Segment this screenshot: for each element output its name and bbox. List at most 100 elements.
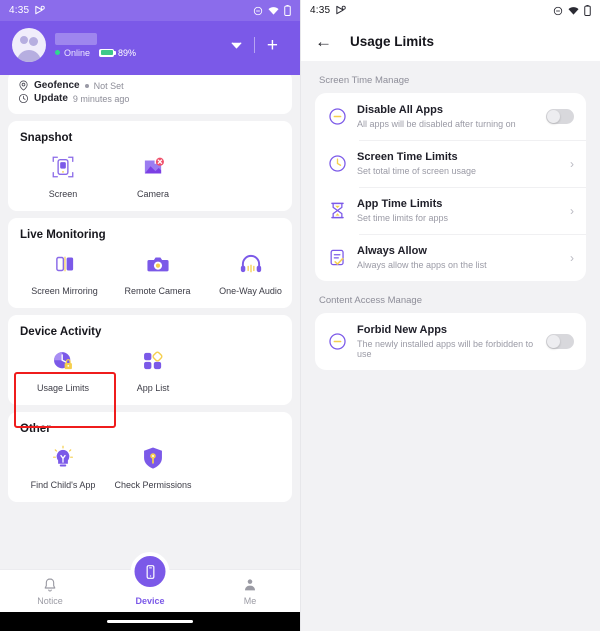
section-other: Other Find Child's App Check Permissions <box>8 412 292 502</box>
row-text: Screen Time Limits Set total time of scr… <box>357 151 560 176</box>
live-monitoring-tiles: Screen Mirroring Remote Camera One-Way A… <box>18 243 282 300</box>
row-always-allow[interactable]: Always Allow Always allow the apps on th… <box>315 234 586 281</box>
battery-indicator: 89% <box>99 48 136 58</box>
chevron-right-icon[interactable]: › <box>570 204 574 218</box>
minus-circle-icon <box>327 332 347 352</box>
row-app-time-limits[interactable]: App Time Limits Set time limits for apps… <box>315 187 586 234</box>
chevron-down-icon[interactable] <box>219 36 254 54</box>
tile-find-childs-app[interactable]: Find Child's App <box>18 443 108 490</box>
camera-snapshot-icon <box>140 152 166 182</box>
chevron-right-icon[interactable]: › <box>570 157 574 171</box>
online-dot-icon <box>55 50 60 55</box>
nav-fab-device[interactable] <box>130 552 170 591</box>
section-title: Snapshot <box>20 132 73 144</box>
hero-actions: + <box>219 36 288 55</box>
avatar[interactable] <box>12 28 46 62</box>
wifi-icon <box>568 6 579 15</box>
device-hero-meta: Online 89% <box>55 48 136 58</box>
content-access-manage-card: Forbid New Apps The newly installed apps… <box>315 313 586 370</box>
geofence-label: Geofence <box>34 80 80 91</box>
update-row[interactable]: Update 9 minutes ago <box>18 93 282 104</box>
settings-list-body[interactable]: Screen Time Manage Disable All Apps All … <box>301 61 600 631</box>
row-text: Always Allow Always allow the apps on th… <box>357 245 560 270</box>
remote-camera-icon <box>145 249 171 279</box>
section-title: Other <box>20 423 51 435</box>
lightbulb-icon <box>50 443 76 473</box>
tile-usage-limits[interactable]: Usage Limits <box>18 346 108 393</box>
tile-label: Find Child's App <box>30 480 96 490</box>
bell-icon <box>44 577 56 591</box>
section-snapshot: Snapshot Screen Camera <box>8 121 292 211</box>
left-phone-screen: 4:35 Online 89% + Geofence Not Set Updat… <box>0 0 300 631</box>
tile-screen[interactable]: Screen <box>18 152 108 199</box>
row-title: Always Allow <box>357 245 427 257</box>
battery-label: 89% <box>118 47 137 58</box>
app-bar: ← Usage Limits <box>301 21 600 61</box>
tile-camera[interactable]: Camera <box>108 152 198 199</box>
online-label: Online <box>64 47 91 58</box>
battery-icon <box>284 5 291 16</box>
battery-icon <box>584 5 591 16</box>
clock-lock-icon <box>50 346 76 376</box>
minus-circle-icon <box>327 107 347 127</box>
left-status-bar: 4:35 <box>0 0 300 21</box>
clock-icon <box>327 154 347 174</box>
gesture-pill[interactable] <box>107 620 193 623</box>
status-bar-icons <box>553 5 591 16</box>
screen-mirroring-icon <box>52 249 78 279</box>
row-title: Disable All Apps <box>357 104 443 116</box>
row-title: Forbid New Apps <box>357 324 448 336</box>
tile-check-permissions[interactable]: Check Permissions <box>108 443 198 490</box>
update-label: Update <box>34 93 68 104</box>
geofence-icon <box>19 80 28 91</box>
page-title: Usage Limits <box>350 33 435 49</box>
checklist-icon <box>327 248 347 268</box>
section-device-activity: Device Activity Usage Limits App List <box>8 315 292 405</box>
row-subtitle: Always allow the apps on the list <box>357 260 487 270</box>
shield-key-icon <box>140 443 166 473</box>
tile-screen-mirroring[interactable]: Screen Mirroring <box>18 249 111 296</box>
battery-icon <box>99 48 117 57</box>
tile-remote-camera[interactable]: Remote Camera <box>111 249 204 296</box>
row-screen-time-limits[interactable]: Screen Time Limits Set total time of scr… <box>315 140 586 187</box>
nav-label: Device <box>135 595 165 606</box>
tile-label: Screen <box>48 189 78 199</box>
row-subtitle: Set time limits for apps <box>357 213 449 223</box>
separator-dot <box>84 83 89 88</box>
chevron-right-icon[interactable]: › <box>570 251 574 265</box>
play-badge-icon <box>335 5 346 16</box>
tile-label: Screen Mirroring <box>31 286 98 296</box>
headphones-icon <box>238 249 264 279</box>
nav-item-notice[interactable]: Notice <box>0 577 100 606</box>
play-badge-icon <box>34 5 45 16</box>
device-hero-header: Online 89% + <box>0 21 300 75</box>
nav-item-me[interactable]: Me <box>200 577 300 606</box>
person-icon <box>245 578 255 590</box>
dual-screenshot-container: 4:35 Online 89% + Geofence Not Set Updat… <box>0 0 600 631</box>
gesture-navigation-bar <box>0 612 300 631</box>
toggle-disable-all-apps[interactable] <box>546 109 574 124</box>
back-arrow-icon[interactable]: ← <box>315 33 332 50</box>
row-disable-all-apps[interactable]: Disable All Apps All apps will be disabl… <box>315 93 586 140</box>
app-grid-icon <box>140 346 166 376</box>
row-forbid-new-apps[interactable]: Forbid New Apps The newly installed apps… <box>315 313 586 370</box>
row-text: App Time Limits Set time limits for apps <box>357 198 560 223</box>
section-title: Device Activity <box>20 326 102 338</box>
row-title: App Time Limits <box>357 198 443 210</box>
device-name-redacted <box>55 32 97 45</box>
group-label-screen-time: Screen Time Manage <box>319 75 410 86</box>
tile-label: Check Permissions <box>114 480 192 490</box>
toggle-forbid-new-apps[interactable] <box>546 334 574 349</box>
tile-label: App List <box>136 383 170 393</box>
row-text: Forbid New Apps The newly installed apps… <box>357 324 536 359</box>
tile-one-way-audio[interactable]: One-Way Audio <box>204 249 297 296</box>
row-subtitle: All apps will be disabled after turning … <box>357 119 516 129</box>
left-scroll-area[interactable]: Geofence Not Set Update 9 minutes ago Sn… <box>0 75 300 631</box>
clock-icon <box>18 93 29 104</box>
device-hero-info: Online 89% <box>55 32 136 58</box>
plus-icon[interactable]: + <box>255 36 288 55</box>
group-label-content-access: Content Access Manage <box>319 295 422 306</box>
geofence-row[interactable]: Geofence Not Set <box>18 80 282 91</box>
tile-app-list[interactable]: App List <box>108 346 198 393</box>
tile-label: Remote Camera <box>124 286 191 296</box>
